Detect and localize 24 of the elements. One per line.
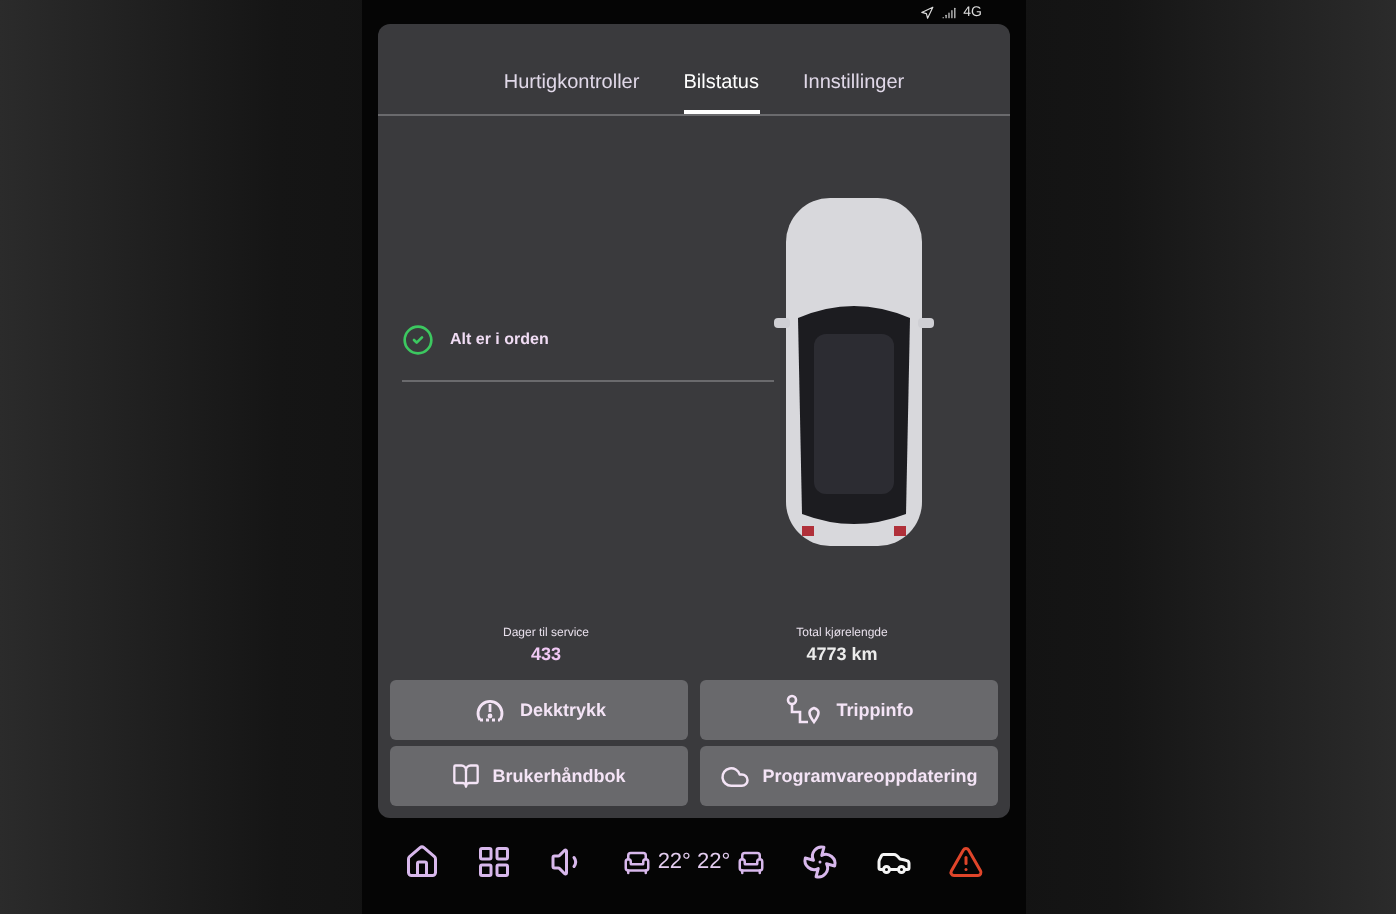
fan-button[interactable]: [802, 844, 839, 880]
shortcut-button[interactable]: Dekktrykk: [390, 680, 688, 740]
passenger-temperature[interactable]: 22°: [696, 850, 731, 874]
home-button[interactable]: [404, 844, 441, 880]
seat-icon[interactable]: [736, 847, 767, 877]
cloud-icon: [720, 761, 751, 791]
shortcut-button[interactable]: Programvareoppdatering: [700, 746, 998, 806]
tab[interactable]: Hurtigkontroller: [503, 72, 640, 114]
shortcut-button[interactable]: Brukerhåndbok: [390, 746, 688, 806]
tab[interactable]: Innstillinger: [803, 72, 905, 114]
apps-grid-button[interactable]: [476, 844, 513, 880]
signal-icon: [941, 5, 956, 19]
tab[interactable]: Bilstatus: [683, 72, 759, 114]
stat-value: 433: [530, 644, 562, 664]
stat-value: 4773 km: [806, 644, 878, 664]
hazard-button[interactable]: [947, 844, 984, 880]
status-text: Alt er i orden: [450, 330, 549, 348]
book-icon: [452, 762, 481, 790]
shortcut-button[interactable]: Trippinfo: [700, 680, 998, 740]
seat-icon[interactable]: [621, 847, 652, 877]
location-icon: [919, 5, 934, 19]
tire-pressure-icon: [471, 696, 508, 724]
driver-temperature[interactable]: 22°: [657, 850, 691, 874]
route-pin-icon: [784, 694, 825, 726]
